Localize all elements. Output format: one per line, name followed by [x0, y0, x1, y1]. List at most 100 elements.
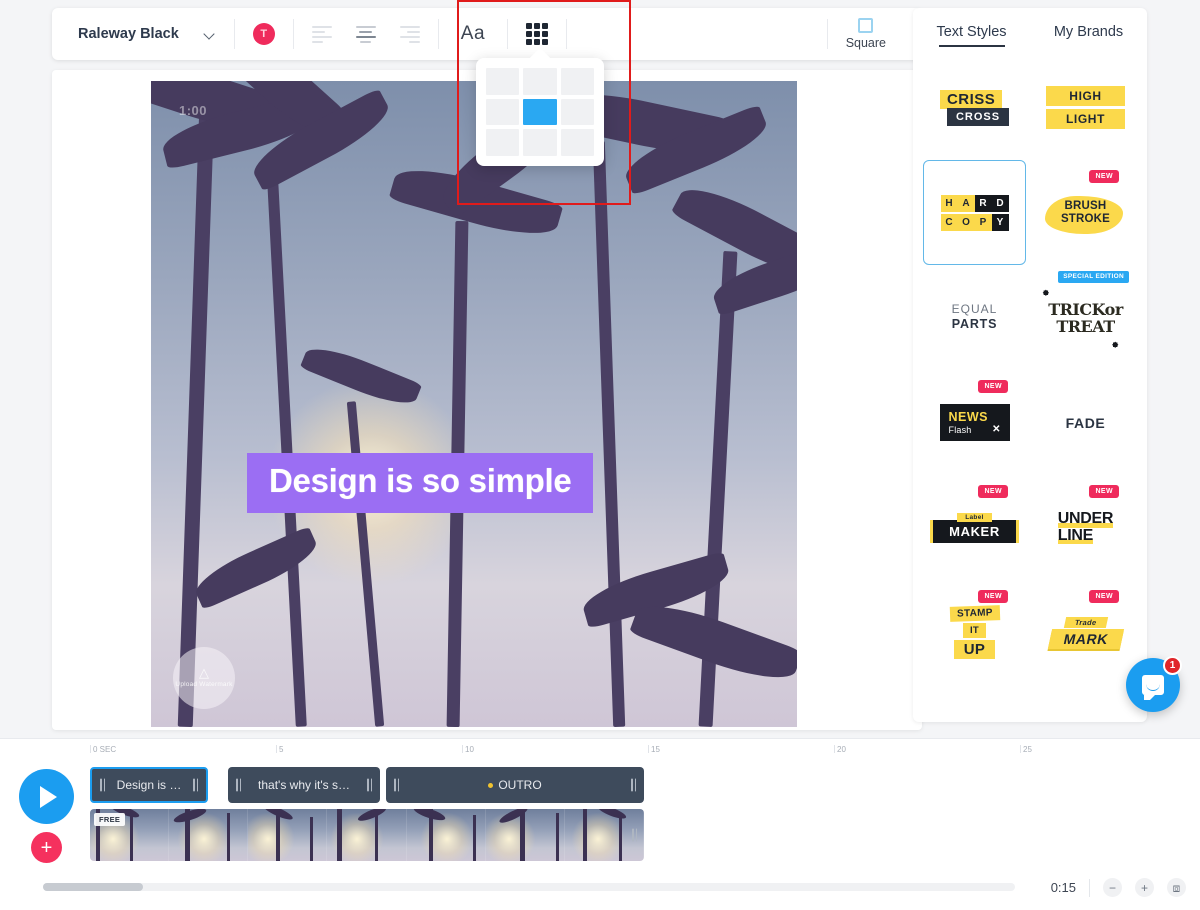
video-clip-handle-right[interactable] [631, 828, 638, 842]
style-line-2: LIGHT [1046, 109, 1125, 129]
style-card-fade[interactable]: FADE [1034, 370, 1137, 475]
new-badge: NEW [978, 485, 1008, 498]
text-toolbar: Raleway Black T Aa Square [52, 8, 922, 60]
add-media-button[interactable]: + [31, 832, 62, 863]
special-edition-badge: SPECIAL EDITION [1058, 271, 1129, 283]
style-line-1: Trade [1063, 616, 1108, 628]
style-line-1: NEWS [948, 409, 988, 424]
clip-handle-right[interactable] [366, 778, 373, 792]
text-track: Design is … that's why it's s… OUTRO [90, 767, 1190, 803]
divider [233, 19, 235, 49]
style-card-hard-copy[interactable]: H A R D C O P Y [923, 160, 1026, 265]
canvas-text-element[interactable]: Design is so simple [247, 453, 594, 513]
palm-trunk [177, 81, 216, 727]
grid-cell-0[interactable] [486, 68, 520, 95]
style-card-high-light[interactable]: HIGH LIGHT [1034, 55, 1137, 160]
style-line-2: STROKE [1060, 212, 1111, 225]
style-line-2: TREAT [1056, 316, 1115, 336]
divider [437, 19, 439, 49]
timeline-scrollbar[interactable] [43, 883, 1015, 891]
text-color-swatch[interactable]: T [252, 23, 275, 45]
style-line-1: Label [957, 512, 992, 522]
timeline-clip-1[interactable]: Design is … [90, 767, 208, 803]
play-button[interactable] [19, 769, 74, 824]
canvas-panel: 1:00 Design is so simple △ Upload Waterm… [52, 70, 922, 730]
timeline-scrollbar-thumb[interactable] [43, 883, 143, 891]
new-badge: NEW [1089, 590, 1119, 603]
upload-icon: △ [199, 665, 209, 681]
news-flash-art: NEWS Flash ✕ [939, 403, 1010, 442]
grid-cell-1[interactable] [523, 68, 557, 95]
style-line-2: PARTS [951, 317, 998, 332]
align-left-icon[interactable] [311, 22, 340, 46]
tab-text-styles[interactable]: Text Styles [913, 24, 1030, 47]
palm-trunk [592, 140, 626, 727]
timeline-duration: 0:15 [1050, 880, 1076, 895]
font-name-label: Raleway Black [78, 26, 179, 42]
plus-icon[interactable]: + [1135, 878, 1154, 897]
clip-handle-right[interactable] [630, 778, 637, 792]
grid-cell-6[interactable] [486, 129, 520, 156]
style-line-1: BRUSH [1064, 200, 1107, 213]
aspect-ratio-label: Square [845, 36, 886, 50]
text-styles-sidebar: Text Styles My Brands CRISS CROSS HIGH L… [913, 8, 1147, 722]
style-card-criss-cross[interactable]: CRISS CROSS [923, 55, 1026, 160]
timeline-clip-2[interactable]: that's why it's s… [228, 767, 380, 803]
chat-support-button[interactable]: 1 [1126, 656, 1182, 712]
label-maker-art: Label MAKER [933, 512, 1016, 543]
grid-cell-4[interactable] [523, 98, 557, 126]
tab-my-brands[interactable]: My Brands [1030, 24, 1147, 47]
clip-handle-left[interactable] [393, 778, 400, 792]
style-card-news-flash[interactable]: NEW NEWS Flash ✕ [923, 370, 1026, 475]
design-stage[interactable]: 1:00 Design is so simple △ Upload Waterm… [151, 81, 797, 727]
new-badge: NEW [978, 590, 1008, 603]
aspect-ratio-button[interactable]: Square [846, 18, 922, 50]
grid-cell-3[interactable] [486, 98, 520, 126]
grid-icon[interactable] [526, 23, 548, 45]
brush-stroke-art: BRUSH STROKE [1044, 196, 1123, 235]
color-swatch-letter: T [260, 28, 268, 40]
high-light-art: HIGH LIGHT [1046, 86, 1125, 129]
grid-cell-7[interactable] [523, 129, 557, 156]
clip-handle-left[interactable] [235, 778, 242, 792]
text-size-button[interactable]: Aa [457, 23, 489, 45]
style-line-2: MARK [1047, 628, 1124, 649]
font-picker[interactable]: Raleway Black [52, 8, 216, 60]
style-line-2: CROSS [946, 107, 1010, 126]
under-line-art: UNDER LINE [1057, 510, 1114, 544]
new-badge: NEW [1089, 485, 1119, 498]
clip-handle-right[interactable] [192, 778, 199, 792]
grid-cell-8[interactable] [560, 129, 594, 156]
equal-parts-art: EQUAL PARTS [952, 302, 998, 333]
style-card-label-maker[interactable]: NEW Label MAKER [923, 475, 1026, 580]
style-card-trade-mark[interactable]: NEW Trade MARK [1034, 580, 1137, 685]
timeline-clip-3[interactable]: OUTRO [386, 767, 644, 803]
divider [1089, 878, 1090, 897]
video-thumbnail-strip [90, 809, 644, 861]
hard-copy-row-1: H A R D [940, 194, 1009, 212]
grid-position-popup[interactable] [476, 58, 604, 166]
fit-screen-icon[interactable]: ⧈ [1167, 878, 1186, 897]
chat-bubble-icon [1142, 675, 1164, 700]
style-card-brush-stroke[interactable]: NEW BRUSH STROKE [1034, 160, 1137, 265]
hard-copy-art: H A R D C O P Y [940, 194, 1009, 231]
clip-handle-left[interactable] [99, 778, 106, 792]
grid-cell-5[interactable] [560, 98, 594, 126]
free-badge: FREE [94, 813, 126, 826]
style-card-under-line[interactable]: NEW UNDER LINE [1034, 475, 1137, 580]
new-badge: NEW [1089, 170, 1119, 183]
grid-cell-2[interactable] [560, 68, 594, 95]
chevron-down-icon[interactable] [205, 29, 216, 40]
upload-watermark-button[interactable]: △ Upload Watermark [173, 647, 235, 709]
video-track[interactable]: FREE [90, 809, 644, 861]
align-center-icon[interactable] [352, 22, 380, 46]
watermark-label: Upload Watermark [175, 681, 233, 689]
clip-label: Design is … [116, 778, 182, 792]
minus-icon[interactable]: − [1103, 878, 1122, 897]
criss-cross-art: CRISS CROSS [939, 89, 1010, 126]
style-card-stamp-it-up[interactable]: NEW STAMP IT UP [923, 580, 1026, 685]
smile-icon [1146, 684, 1160, 691]
align-right-icon[interactable] [392, 22, 420, 46]
style-card-trick-or-treat[interactable]: SPECIAL EDITION 🟐 🟐 TRICKor TREAT [1034, 265, 1137, 370]
style-card-equal-parts[interactable]: EQUAL PARTS [923, 265, 1026, 370]
